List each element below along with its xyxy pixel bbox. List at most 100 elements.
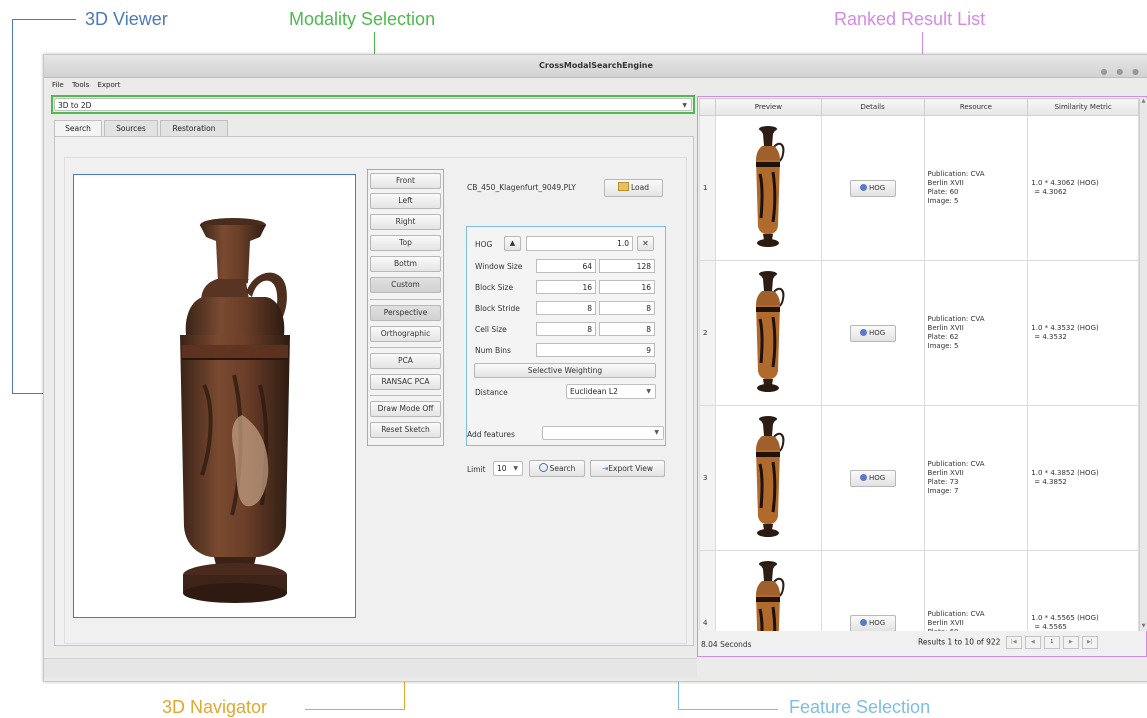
limit-label: Limit	[467, 465, 486, 474]
title-bar: CrossModalSearchEngine ● ● ●	[44, 55, 1147, 78]
annotation-modality-selection: Modality Selection	[289, 9, 436, 29]
search-button[interactable]: Search	[529, 460, 585, 477]
block-size-height-field[interactable]: 16	[599, 280, 655, 294]
add-features-select[interactable]: ▼	[542, 426, 664, 440]
block-stride-label: Block Stride	[475, 304, 520, 313]
prev-page-button[interactable]: ◀	[1024, 636, 1041, 649]
block-stride-x-field[interactable]: 8	[536, 301, 596, 315]
preview-cell	[714, 550, 822, 631]
hog-details-button[interactable]: HOG	[849, 469, 896, 487]
perspective-button[interactable]: Perspective	[370, 305, 441, 321]
similarity-total: = 4.3532	[1034, 333, 1067, 341]
tab-search[interactable]: Search	[54, 120, 102, 137]
vase-thumbnail-image	[745, 126, 791, 254]
search-label: Search	[549, 464, 576, 473]
num-bins-label: Num Bins	[475, 346, 511, 355]
modality-select[interactable]: 3D to 2D ▼	[54, 98, 692, 111]
remove-feature-button[interactable]: ✕	[637, 236, 654, 251]
row-index: 2	[699, 260, 716, 406]
reset-sketch-button[interactable]: Reset Sketch	[370, 422, 441, 438]
hog-icon	[860, 473, 868, 481]
details-label: HOG	[869, 618, 886, 627]
view-top-button[interactable]: Top	[370, 235, 441, 251]
resource-publication: Publication: CVA	[927, 460, 985, 468]
details-cell: HOG	[820, 550, 925, 631]
preview-cell	[714, 405, 822, 551]
status-strip	[44, 658, 697, 677]
orthographic-button[interactable]: Orthographic	[370, 326, 441, 342]
resource-reference: Berlin XVII	[927, 469, 964, 477]
pca-button[interactable]: PCA	[370, 353, 441, 369]
view-bottom-button[interactable]: Bottm	[370, 256, 441, 272]
num-bins-field[interactable]: 9	[536, 343, 655, 357]
hog-details-button[interactable]: HOG	[849, 324, 896, 342]
annotation-feature-selection: Feature Selection	[789, 697, 931, 717]
first-page-button[interactable]: |◀	[1005, 636, 1022, 649]
hog-details-button[interactable]: HOG	[849, 614, 896, 631]
ransac-pca-button[interactable]: RANSAC PCA	[370, 374, 441, 390]
menu-export[interactable]: Export	[97, 81, 120, 89]
resource-cell: Publication: CVABerlin XVIIPlate: 60	[923, 550, 1029, 632]
resource-image: Image: 7	[927, 487, 959, 495]
block-size-width-field[interactable]: 16	[536, 280, 596, 294]
hog-weight-field[interactable]: 1.0	[526, 236, 633, 251]
last-page-button[interactable]: ▶|	[1081, 636, 1098, 649]
3d-viewer[interactable]	[73, 174, 356, 618]
window-size-width-field[interactable]: 64	[536, 259, 596, 273]
distance-select[interactable]: Euclidean L2 ▼	[566, 384, 656, 399]
search-icon	[538, 463, 548, 472]
selective-weighting-button[interactable]: Selective Weighting	[474, 363, 656, 378]
hog-icon	[860, 183, 868, 191]
distance-value: Euclidean L2	[570, 387, 618, 396]
results-viewport: Preview Details Resource Similarity Metr…	[699, 98, 1139, 631]
resource-cell: Publication: CVA Berlin XVII Plate: 60 Imag…	[923, 115, 1029, 261]
chevron-down-icon: ▼	[682, 102, 687, 109]
view-right-button[interactable]: Right	[370, 214, 441, 230]
table-row[interactable]: 4 HOG Publication: CVABerlin XVIIPlate: 60…	[699, 550, 1139, 632]
close-icon: ✕	[642, 239, 649, 248]
tab-sources[interactable]: Sources	[104, 120, 158, 136]
collapse-up-button[interactable]: ▲	[504, 236, 521, 251]
folder-icon	[618, 182, 629, 191]
limit-select[interactable]: 10 ▼	[493, 461, 523, 476]
resource-plate: Plate: 60	[928, 628, 1025, 632]
view-custom-button[interactable]: Custom	[370, 277, 441, 293]
column-header-similarity[interactable]: Similarity Metric	[1027, 98, 1139, 116]
table-row[interactable]: 2 HOG Publication: CVA Berlin XVII Plate: 62…	[699, 260, 1139, 406]
navigator-divider	[370, 299, 441, 300]
hog-icon	[860, 618, 868, 626]
table-row[interactable]: 3 HOG Publication: CVA Berlin XVII Plate: 73…	[699, 405, 1139, 551]
view-left-button[interactable]: Left	[370, 193, 441, 209]
draw-mode-button[interactable]: Draw Mode Off	[370, 401, 441, 417]
column-header-resource[interactable]: Resource	[923, 98, 1029, 116]
cell-size-y-field[interactable]: 8	[599, 322, 655, 336]
scroll-down-arrow[interactable]: ▼	[1140, 623, 1147, 629]
load-button[interactable]: Load	[604, 179, 663, 197]
loaded-file-name: CB_450_Klagenfurt_9049.PLY	[467, 183, 576, 192]
view-front-button[interactable]: Front	[370, 173, 441, 189]
chevron-down-icon: ▼	[513, 465, 518, 472]
menu-file[interactable]: File	[52, 81, 64, 89]
window-size-height-field[interactable]: 128	[599, 259, 655, 273]
details-label: HOG	[869, 328, 886, 337]
similarity-formula: 1.0 * 4.3062 (HOG)	[1031, 179, 1099, 187]
results-pager: Results 1 to 10 of 922 |◀ ◀ 1 ▶ ▶|	[918, 636, 1098, 649]
scroll-up-arrow[interactable]: ▲	[1140, 98, 1147, 104]
results-scrollbar[interactable]: ▲ ▼	[1139, 98, 1147, 631]
page-number[interactable]: 1	[1043, 636, 1060, 649]
export-label: Export View	[608, 464, 654, 473]
menu-tools[interactable]: Tools	[72, 81, 89, 89]
resource-publication: Publication: CVA	[927, 170, 985, 178]
column-header-details[interactable]: Details	[820, 98, 925, 116]
results-table: Preview Details Resource Similarity Metr…	[699, 98, 1139, 631]
row-index: 1	[699, 115, 716, 261]
column-header-preview[interactable]: Preview	[714, 98, 822, 116]
hog-details-button[interactable]: HOG	[849, 179, 896, 197]
block-stride-y-field[interactable]: 8	[599, 301, 655, 315]
cell-size-x-field[interactable]: 8	[536, 322, 596, 336]
table-row[interactable]: 1 HOG Publication: CVA Berlin XVII Plate: 60…	[699, 115, 1139, 261]
column-header-index[interactable]	[699, 98, 716, 116]
export-view-button[interactable]: ⇥Export View	[590, 460, 665, 477]
next-page-button[interactable]: ▶	[1062, 636, 1079, 649]
tab-restoration[interactable]: Restoration	[160, 120, 228, 136]
